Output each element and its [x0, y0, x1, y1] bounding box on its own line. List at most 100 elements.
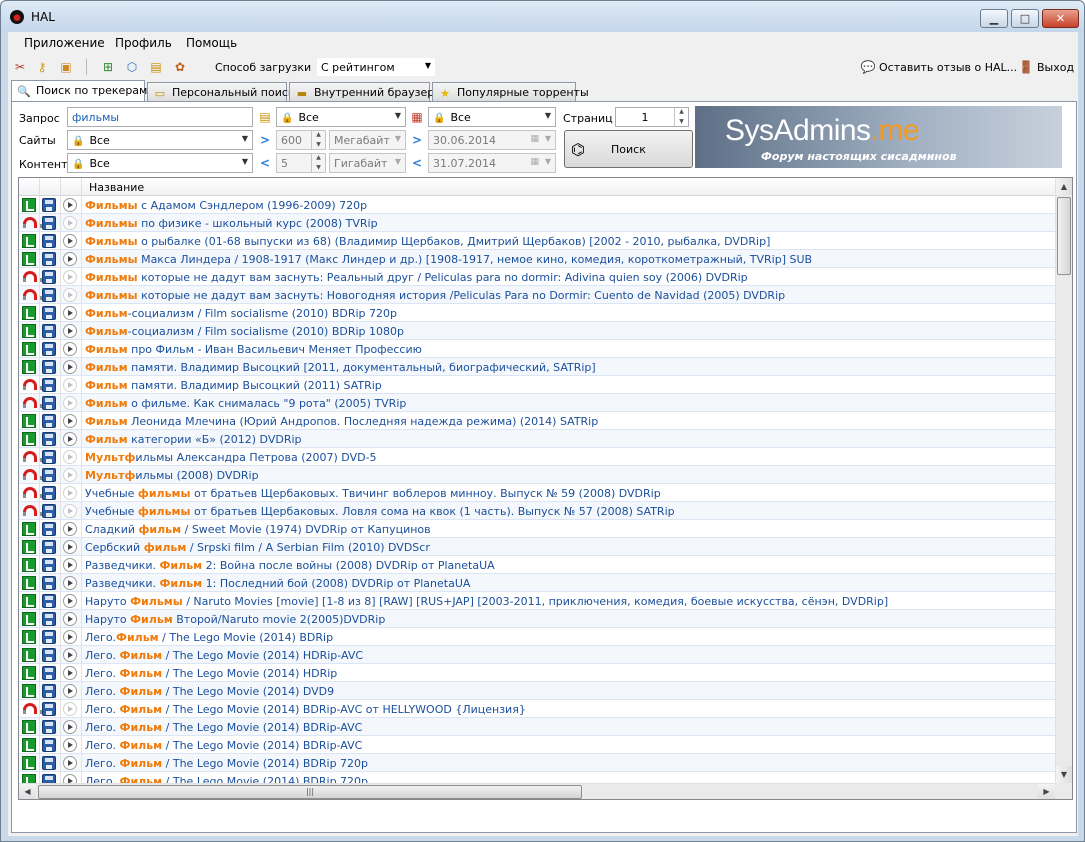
save-icon[interactable]	[42, 702, 56, 716]
table-row[interactable]: Фильм памяти. Владимир Высоцкий [2011, д…	[19, 358, 1055, 376]
play-icon[interactable]	[63, 468, 77, 482]
ticket-icon[interactable]: ▤	[148, 59, 164, 75]
torrent-file-icon[interactable]	[22, 648, 36, 662]
feedback-link[interactable]: Оставить отзыв о HAL...	[879, 61, 1017, 74]
close-button[interactable]: ✕	[1042, 9, 1079, 28]
torrent-file-icon[interactable]	[22, 666, 36, 680]
size-max-stepper[interactable]: 600 ▲ ▼	[276, 130, 326, 150]
result-title[interactable]: Сладкий фильм / Sweet Movie (1974) DVDRi…	[85, 523, 431, 536]
horizontal-scrollbar[interactable]: ◀ ||| ▶	[19, 783, 1055, 799]
torrent-file-icon[interactable]	[22, 630, 36, 644]
torrent-file-icon[interactable]	[22, 522, 36, 536]
save-icon[interactable]	[42, 612, 56, 626]
menu-help[interactable]: Помощь	[186, 36, 237, 50]
result-title[interactable]: Лего. Фильм / The Lego Movie (2014) BDRi…	[85, 703, 526, 716]
sysadmins-banner[interactable]: SysAdmins.me Форум настоящих сисадминов	[695, 106, 1062, 168]
play-icon[interactable]	[63, 540, 77, 554]
result-title[interactable]: Учебные фильмы от братьев Щербаковых. Ло…	[85, 505, 675, 518]
save-icon[interactable]	[42, 540, 56, 554]
play-icon[interactable]	[63, 702, 77, 716]
query-input[interactable]: фильмы	[67, 107, 253, 127]
result-title[interactable]: Лего. Фильм / The Lego Movie (2014) DVD9	[85, 685, 334, 698]
ticket-icon[interactable]: ▤	[257, 109, 273, 125]
tools-icon[interactable]: ✂	[12, 59, 28, 75]
table-row[interactable]: Лего. Фильм / The Lego Movie (2014) BDRi…	[19, 754, 1055, 772]
table-row[interactable]: Фильм Леонида Млечина (Юрий Андропов. По…	[19, 412, 1055, 430]
play-icon[interactable]	[63, 630, 77, 644]
scroll-up-button[interactable]: ▲	[1056, 178, 1072, 195]
result-title[interactable]: Мультфильмы Александра Петрова (2007) DV…	[85, 451, 377, 464]
result-title[interactable]: Фильм категории «Б» (2012) DVDRip	[85, 433, 302, 446]
play-icon[interactable]	[63, 324, 77, 338]
scroll-down-button[interactable]: ▼	[1056, 766, 1072, 783]
package-icon[interactable]: ▣	[58, 59, 74, 75]
calendar-icon[interactable]: ▦	[409, 109, 425, 125]
play-icon[interactable]	[63, 738, 77, 752]
exit-button[interactable]: Выход	[1037, 61, 1074, 74]
column-header-play[interactable]	[61, 178, 82, 196]
save-icon[interactable]	[42, 630, 56, 644]
column-header-title[interactable]: Название	[89, 181, 144, 194]
magnet-icon[interactable]	[22, 486, 43, 500]
save-icon[interactable]	[42, 234, 56, 248]
result-title[interactable]: Фильмы о рыбалке (01-68 выпуски из 68) (…	[85, 235, 770, 248]
save-icon[interactable]	[42, 324, 56, 338]
magnet-icon[interactable]	[22, 468, 43, 482]
torrent-file-icon[interactable]	[22, 756, 36, 770]
result-title[interactable]: Разведчики. Фильм 1: Последний бой (2008…	[85, 577, 470, 590]
magnet-icon[interactable]	[22, 450, 43, 464]
less-than-icon[interactable]: <	[409, 155, 425, 171]
table-row[interactable]: Лего. Фильм / The Lego Movie (2014) BDRi…	[19, 718, 1055, 736]
save-icon[interactable]	[42, 504, 56, 518]
table-row[interactable]: Фильм категории «Б» (2012) DVDRip	[19, 430, 1055, 448]
greater-than-icon[interactable]: >	[257, 132, 273, 148]
play-icon[interactable]	[63, 414, 77, 428]
pages-spin-buttons[interactable]: ▲ ▼	[674, 108, 688, 126]
table-row[interactable]: Наруто Фильм Второй/Naruto movie 2(2005)…	[19, 610, 1055, 628]
save-icon[interactable]	[42, 738, 56, 752]
save-icon[interactable]	[42, 378, 56, 392]
torrent-file-icon[interactable]	[22, 360, 36, 374]
table-row[interactable]: Разведчики. Фильм 1: Последний бой (2008…	[19, 574, 1055, 592]
play-icon[interactable]	[63, 306, 77, 320]
torrent-file-icon[interactable]	[22, 594, 36, 608]
table-row[interactable]: Лего. Фильм / The Lego Movie (2014) HDRi…	[19, 664, 1055, 682]
save-icon[interactable]	[42, 648, 56, 662]
palette-icon[interactable]: ✿	[172, 59, 188, 75]
torrent-file-icon[interactable]	[22, 558, 36, 572]
result-title[interactable]: Мультфильмы (2008) DVDRip	[85, 469, 259, 482]
column-header-type[interactable]	[19, 178, 40, 196]
play-icon[interactable]	[63, 450, 77, 464]
table-row[interactable]: Фильм про Фильм - Иван Васильевич Меняет…	[19, 340, 1055, 358]
torrent-file-icon[interactable]	[22, 198, 36, 212]
table-row[interactable]: Лего. Фильм / The Lego Movie (2014) DVD9	[19, 682, 1055, 700]
network-icon[interactable]: ⊞	[100, 59, 116, 75]
result-title[interactable]: Лего. Фильм / The Lego Movie (2014) BDRi…	[85, 739, 362, 752]
table-row[interactable]: Фильмы по физике - школьный курс (2008) …	[19, 214, 1055, 232]
result-title[interactable]: Фильмы по физике - школьный курс (2008) …	[85, 217, 378, 230]
save-icon[interactable]	[42, 414, 56, 428]
save-icon[interactable]	[42, 522, 56, 536]
table-row[interactable]: Фильм памяти. Владимир Высоцкий (2011) S…	[19, 376, 1055, 394]
table-row[interactable]: Разведчики. Фильм 2: Война после войны (…	[19, 556, 1055, 574]
result-title[interactable]: Лего. Фильм / The Lego Movie (2014) BDRi…	[85, 757, 368, 770]
table-row[interactable]: Наруто Фильмы / Naruto Movies [movie] [1…	[19, 592, 1055, 610]
torrent-file-icon[interactable]	[22, 234, 36, 248]
save-icon[interactable]	[42, 756, 56, 770]
save-icon[interactable]	[42, 720, 56, 734]
result-title[interactable]: Наруто Фильм Второй/Naruto movie 2(2005)…	[85, 613, 385, 626]
content-select[interactable]: 🔒 Все ▼	[67, 153, 253, 173]
result-title[interactable]: Лего. Фильм / The Lego Movie (2014) HDRi…	[85, 649, 363, 662]
tab-internal-browser[interactable]: ▬ Внутренний браузер	[289, 82, 434, 102]
torrent-file-icon[interactable]	[22, 432, 36, 446]
save-icon[interactable]	[42, 288, 56, 302]
save-icon[interactable]	[42, 450, 56, 464]
table-row[interactable]: Фильм-социализм / Film socialisme (2010)…	[19, 304, 1055, 322]
table-row[interactable]: Сладкий фильм / Sweet Movie (1974) DVDRi…	[19, 520, 1055, 538]
magnet-icon[interactable]	[22, 270, 43, 284]
torrent-file-icon[interactable]	[22, 342, 36, 356]
table-row[interactable]: Фильмы которые не дадут вам заснуть: Нов…	[19, 286, 1055, 304]
save-icon[interactable]	[42, 216, 56, 230]
table-row[interactable]: Лего. Фильм / The Lego Movie (2014) HDRi…	[19, 646, 1055, 664]
tab-popular-torrents[interactable]: ★ Популярные торренты	[432, 82, 589, 102]
